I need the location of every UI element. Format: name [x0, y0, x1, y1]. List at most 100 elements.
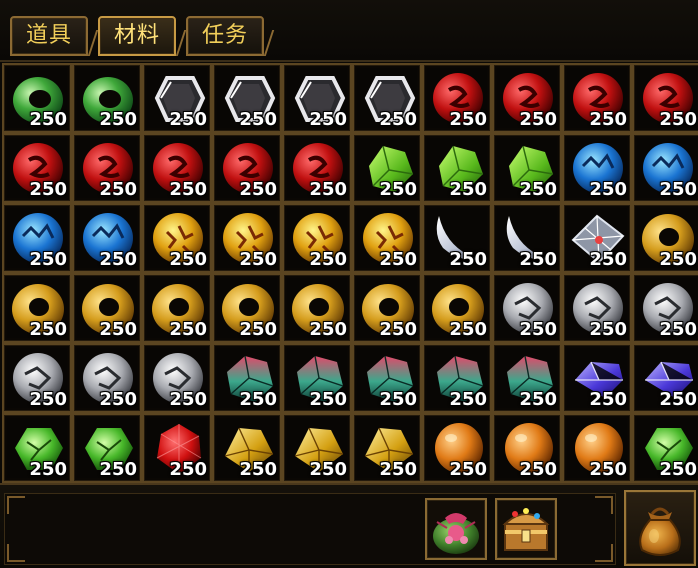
inventory-slot[interactable]: 250	[632, 63, 698, 133]
item-quantity: 250	[379, 389, 417, 410]
inventory-slot[interactable]: 250	[2, 63, 72, 133]
item-quantity: 250	[659, 319, 697, 340]
item-quantity: 250	[169, 179, 207, 200]
corner-ornament	[595, 496, 613, 514]
treasure-chest-icon	[502, 508, 550, 551]
item-quantity: 250	[589, 109, 627, 130]
inventory-slot[interactable]: 250	[352, 343, 422, 413]
inventory-slot[interactable]: 250	[352, 413, 422, 483]
inventory-slot[interactable]: 250	[422, 273, 492, 343]
quick-slot-chest[interactable]	[495, 498, 557, 560]
item-quantity: 250	[519, 179, 557, 200]
inventory-slot[interactable]: 250	[632, 343, 698, 413]
item-quantity: 250	[519, 459, 557, 480]
inventory-slot[interactable]: 250	[492, 133, 562, 203]
inventory-slot[interactable]: 250	[492, 203, 562, 273]
item-quantity: 250	[449, 389, 487, 410]
inventory-slot[interactable]: 250	[352, 133, 422, 203]
inventory-slot[interactable]: 250	[492, 343, 562, 413]
coin-bag-icon	[639, 507, 681, 556]
inventory-slot[interactable]: 250	[422, 413, 492, 483]
corner-ornament	[7, 496, 25, 514]
inventory-slot[interactable]: 250	[2, 273, 72, 343]
inventory-slot[interactable]: 250	[72, 133, 142, 203]
inventory-slot[interactable]: 250	[282, 273, 352, 343]
inventory-slot[interactable]: 250	[562, 413, 632, 483]
tab-quests[interactable]: 任务	[186, 16, 264, 56]
inventory-slot[interactable]: 250	[562, 273, 632, 343]
inventory-slot[interactable]: 250	[2, 133, 72, 203]
inventory-slot[interactable]: 250	[72, 63, 142, 133]
bottom-panel	[4, 493, 616, 565]
inventory-slot[interactable]: 250	[492, 413, 562, 483]
inventory-slot[interactable]: 250	[632, 273, 698, 343]
item-quantity: 250	[659, 459, 697, 480]
item-quantity: 250	[519, 319, 557, 340]
inventory-slot[interactable]: 250	[352, 203, 422, 273]
inventory-slot[interactable]: 250	[632, 413, 698, 483]
item-quantity: 250	[29, 319, 67, 340]
item-quantity: 250	[99, 179, 137, 200]
inventory-slot[interactable]: 250	[562, 203, 632, 273]
item-quantity: 250	[659, 389, 697, 410]
bag-button[interactable]	[624, 490, 696, 566]
inventory-slot[interactable]: 250	[492, 273, 562, 343]
tab-materials[interactable]: 材料	[98, 16, 176, 56]
gift-bundle-icon	[433, 513, 479, 554]
inventory-slot[interactable]: 250	[282, 133, 352, 203]
tab-items[interactable]: 道具	[10, 16, 88, 56]
item-quantity: 250	[449, 179, 487, 200]
inventory-slot[interactable]: 250	[2, 413, 72, 483]
inventory-slot[interactable]: 250	[212, 273, 282, 343]
tab-bar: 道具 材料 任务	[0, 0, 698, 62]
inventory-slot[interactable]: 250	[2, 203, 72, 273]
inventory-slot[interactable]: 250	[632, 203, 698, 273]
inventory-slot[interactable]: 250	[212, 413, 282, 483]
inventory-slot[interactable]: 250	[282, 413, 352, 483]
item-quantity: 250	[449, 459, 487, 480]
item-quantity: 250	[169, 249, 207, 270]
inventory-slot[interactable]: 250	[422, 343, 492, 413]
item-quantity: 250	[239, 109, 277, 130]
inventory-slot[interactable]: 250	[282, 63, 352, 133]
inventory-slot[interactable]: 250	[142, 273, 212, 343]
inventory-slot[interactable]: 250	[282, 203, 352, 273]
item-quantity: 250	[239, 389, 277, 410]
item-quantity: 250	[449, 109, 487, 130]
inventory-slot[interactable]: 250	[632, 133, 698, 203]
inventory-slot[interactable]: 250	[72, 273, 142, 343]
quick-slot-gift[interactable]	[425, 498, 487, 560]
inventory-slot[interactable]: 250	[562, 133, 632, 203]
inventory-slot[interactable]: 250	[212, 133, 282, 203]
inventory-slot[interactable]: 250	[212, 203, 282, 273]
inventory-slot[interactable]: 250	[142, 63, 212, 133]
inventory-slot[interactable]: 250	[422, 203, 492, 273]
item-quantity: 250	[589, 319, 627, 340]
item-quantity: 250	[659, 249, 697, 270]
inventory-slot[interactable]: 250	[352, 273, 422, 343]
inventory-slot[interactable]: 250	[562, 63, 632, 133]
inventory-slot[interactable]: 250	[562, 343, 632, 413]
inventory-slot[interactable]: 250	[282, 343, 352, 413]
inventory-slot[interactable]: 250	[422, 63, 492, 133]
inventory-slot[interactable]: 250	[72, 203, 142, 273]
inventory-slot[interactable]: 250	[212, 343, 282, 413]
inventory-slot[interactable]: 250	[72, 343, 142, 413]
inventory-slot[interactable]: 250	[142, 203, 212, 273]
inventory-slot[interactable]: 250	[352, 63, 422, 133]
item-quantity: 250	[169, 319, 207, 340]
inventory-slot[interactable]: 250	[422, 133, 492, 203]
item-quantity: 250	[239, 249, 277, 270]
item-quantity: 250	[309, 249, 347, 270]
inventory-slot[interactable]: 250	[142, 343, 212, 413]
inventory-slot[interactable]: 250	[2, 343, 72, 413]
item-quantity: 250	[309, 179, 347, 200]
inventory-slot[interactable]: 250	[212, 63, 282, 133]
item-quantity: 250	[169, 389, 207, 410]
item-quantity: 250	[309, 389, 347, 410]
item-quantity: 250	[589, 249, 627, 270]
inventory-slot[interactable]: 250	[492, 63, 562, 133]
inventory-slot[interactable]: 250	[142, 133, 212, 203]
inventory-slot[interactable]: 250	[142, 413, 212, 483]
inventory-slot[interactable]: 250	[72, 413, 142, 483]
